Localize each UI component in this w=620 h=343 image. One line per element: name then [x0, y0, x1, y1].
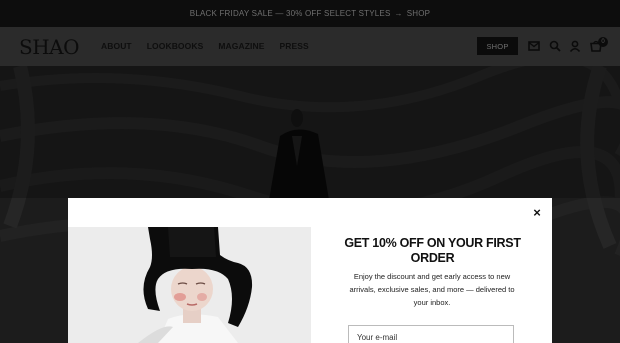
announcement-bar[interactable]: BLACK FRIDAY SALE — 30% OFF SELECT STYLE…	[0, 0, 620, 27]
search-icon[interactable]	[549, 40, 561, 52]
nav-magazine[interactable]: MAGAZINE	[218, 41, 264, 51]
site-header: SHAO ABOUT LOOKBOOKS MAGAZINE PRESS SHOP…	[0, 27, 620, 66]
modal-image	[68, 227, 311, 343]
model-photo	[68, 227, 311, 343]
arrow-right-icon: →	[394, 9, 403, 18]
account-icon[interactable]	[569, 40, 581, 52]
announcement-text: BLACK FRIDAY SALE — 30% OFF SELECT STYLE…	[189, 9, 391, 18]
nav-about[interactable]: ABOUT	[101, 41, 132, 51]
shop-button[interactable]: SHOP	[477, 37, 518, 55]
cart-count-badge: 0	[598, 37, 608, 47]
main-nav: ABOUT LOOKBOOKS MAGAZINE PRESS	[101, 41, 309, 51]
modal-title: GET 10% OFF ON YOUR FIRST ORDER	[344, 236, 521, 265]
email-field[interactable]	[348, 325, 514, 343]
nav-press[interactable]: PRESS	[280, 41, 309, 51]
modal-description: Enjoy the discount and get early access …	[349, 272, 515, 307]
mail-icon[interactable]	[528, 40, 540, 52]
close-icon[interactable]: ×	[530, 205, 544, 219]
newsletter-modal: × GET 10% OFF ON YOUR FIRST ORDER Enjoy …	[68, 198, 552, 343]
announcement-link[interactable]: SHOP	[407, 9, 430, 18]
nav-lookbooks[interactable]: LOOKBOOKS	[147, 41, 204, 51]
logo[interactable]: SHAO	[19, 35, 79, 59]
